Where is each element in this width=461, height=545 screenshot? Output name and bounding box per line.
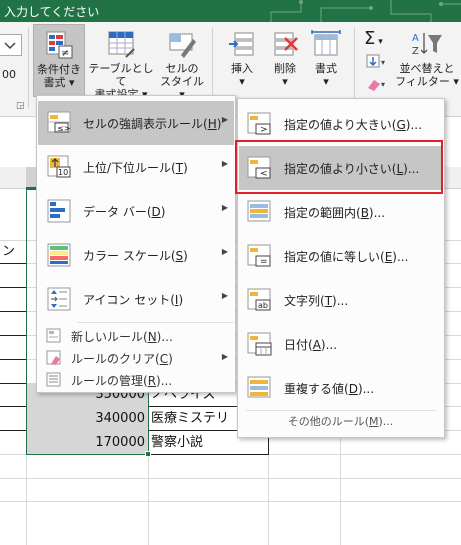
svg-text:▾: ▾ [381, 80, 385, 89]
manage-rules-icon [46, 372, 61, 387]
calendar-icon [247, 332, 272, 356]
cell-value[interactable]: 170000 [30, 433, 145, 453]
cell-fragment[interactable]: ン [2, 242, 24, 262]
submenu-item-date[interactable]: 日付(A)... [239, 322, 442, 366]
submenu-arrow-icon: ▶ [221, 159, 228, 168]
clear-rule-icon [46, 350, 61, 365]
sigma-icon: Σ [364, 28, 376, 49]
between-icon [247, 200, 271, 222]
chevron-down-icon [4, 42, 16, 50]
title-bar: 入力してください [0, 0, 461, 22]
color-scale-icon [47, 243, 71, 267]
svg-text:▾: ▾ [381, 58, 385, 67]
conditional-formatting-button[interactable]: ≠ 条件付き 書式 ▾ [33, 24, 85, 97]
conditional-formatting-label-1: 条件付き [37, 63, 81, 76]
cell-styles-label-1: セルの [165, 62, 199, 75]
sort-filter-icon: A Z [412, 33, 442, 57]
conditional-formatting-label-2: 書式 ▾ [43, 76, 75, 89]
greater-than-icon: > [247, 112, 271, 135]
svg-text:=: = [260, 257, 268, 267]
submenu-arrow-icon: ▶ [221, 115, 228, 124]
conditional-formatting-menu: ≤> セルの強調表示ルール(H) ▶ 10 上位/下位ルール(T) ▶ データ … [36, 95, 236, 393]
format-label-1: 書式 [315, 62, 337, 75]
svg-text:10: 10 [58, 168, 68, 177]
format-cells-icon [311, 30, 341, 56]
format-as-table-button[interactable]: テーブルとして 書式設定 ▾ [86, 24, 156, 101]
highlight-rules-icon: ≤> [47, 111, 71, 133]
submenu-item-text-contains[interactable]: ab 文字列(T)... [239, 278, 442, 322]
menu-item-color-scale[interactable]: カラー スケール(S) ▶ [38, 233, 234, 277]
cell-value[interactable]: 340000 [30, 409, 145, 429]
equal-to-icon: = [247, 244, 271, 267]
svg-text:≠: ≠ [61, 48, 69, 59]
data-bar-icon [47, 199, 71, 223]
eraser-icon: ▾ [368, 80, 385, 91]
autosum-button[interactable]: Σ ▾ [364, 28, 383, 49]
menu-item-icon-set[interactable]: アイコン セット(I) ▶ [38, 277, 234, 321]
menu-item-top-bottom[interactable]: 10 上位/下位ルール(T) ▶ [38, 145, 234, 189]
format-label-2: ▾ [323, 75, 329, 88]
circuit-pattern-icon [270, 0, 461, 22]
svg-text:>: > [260, 125, 268, 135]
submenu-arrow-icon: ▶ [221, 352, 228, 361]
clear-button[interactable]: ▾ [366, 76, 388, 95]
delete-label-2: ▾ [282, 75, 288, 88]
delete-button[interactable]: 削除 ▾ [265, 24, 305, 97]
cell-styles-button[interactable]: セルの スタイル ▾ [157, 24, 207, 101]
menu-item-manage-rules[interactable]: ルールの管理(R)... [38, 368, 234, 390]
sort-filter-label-1: 並べ替えと [399, 62, 455, 75]
insert-label-1: 挿入 [231, 62, 253, 75]
decimal-fragment: 00 [2, 68, 16, 81]
sort-filter-label-2: フィルター ▾ [395, 75, 459, 88]
svg-text:Z: Z [412, 46, 419, 57]
ribbon-separator [28, 28, 29, 108]
top-bottom-icon: 10 [47, 155, 71, 178]
delete-label-1: 削除 [274, 62, 296, 75]
menu-item-highlight-rules[interactable]: ≤> セルの強調表示ルール(H) ▶ [38, 101, 234, 145]
ribbon-separator [354, 28, 355, 108]
menu-item-data-bar[interactable]: データ バー(D) ▶ [38, 189, 234, 233]
group-launcher-icon[interactable]: ◲ [16, 101, 25, 111]
svg-text:≤>: ≤> [57, 124, 70, 133]
fill-button[interactable]: ▾ [366, 54, 388, 73]
cell-styles-icon [169, 33, 196, 58]
submenu-arrow-icon: ▶ [221, 247, 228, 256]
annotation-highlight-box [235, 140, 443, 194]
menu-item-clear-rules[interactable]: ルールのクリア(C) ▶ [38, 346, 234, 368]
submenu-item-duplicate-values[interactable]: 重複する値(D)... [239, 366, 442, 410]
submenu-item-equal-to[interactable]: = 指定の値に等しい(E)... [239, 234, 442, 278]
insert-label-2: ▾ [239, 75, 245, 88]
text-contains-icon: ab [247, 288, 271, 311]
new-rule-icon [46, 328, 61, 343]
menu-item-new-rule[interactable]: 新しいルール(N)... [38, 324, 234, 346]
title-text: 入力してください [4, 5, 100, 19]
submenu-item-more-rules[interactable]: その他のルール(M)... [239, 411, 442, 433]
menu-separator [77, 322, 234, 323]
table-style-icon [108, 31, 135, 58]
icon-set-icon [47, 287, 71, 311]
submenu-arrow-icon: ▶ [221, 203, 228, 212]
sort-filter-button[interactable]: A Z 並べ替えと フィルター ▾ [394, 24, 460, 97]
insert-button[interactable]: 挿入 ▾ [220, 24, 264, 97]
format-as-table-label-1: テーブルとして [88, 62, 154, 88]
svg-text:ab: ab [258, 301, 268, 310]
svg-text:A: A [412, 33, 419, 44]
submenu-item-between[interactable]: 指定の範囲内(B)... [239, 190, 442, 234]
number-format-dropdown[interactable] [0, 34, 22, 56]
conditional-formatting-icon: ≠ [46, 31, 73, 59]
submenu-arrow-icon: ▶ [221, 291, 228, 300]
delete-cells-icon [274, 32, 298, 56]
duplicate-values-icon [247, 376, 271, 398]
insert-cells-icon [229, 32, 254, 56]
format-button[interactable]: 書式 ▾ [306, 24, 346, 97]
fill-down-icon: ▾ [366, 54, 385, 68]
